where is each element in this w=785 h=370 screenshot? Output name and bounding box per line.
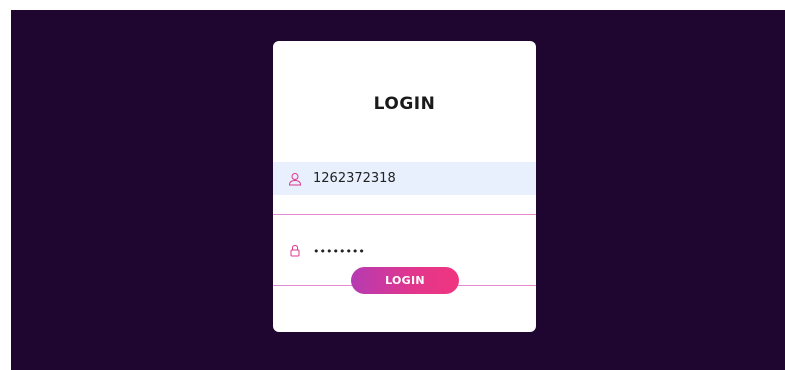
username-underline [273, 214, 536, 215]
login-button[interactable]: LOGIN [351, 267, 459, 294]
username-field[interactable]: 1262372318 [273, 162, 536, 195]
password-input[interactable]: •••••••• [313, 245, 365, 258]
user-icon [287, 171, 303, 187]
username-input[interactable]: 1262372318 [313, 171, 396, 186]
lock-icon [287, 243, 303, 259]
password-field[interactable]: •••••••• [273, 234, 536, 267]
login-title: LOGIN [373, 94, 436, 114]
